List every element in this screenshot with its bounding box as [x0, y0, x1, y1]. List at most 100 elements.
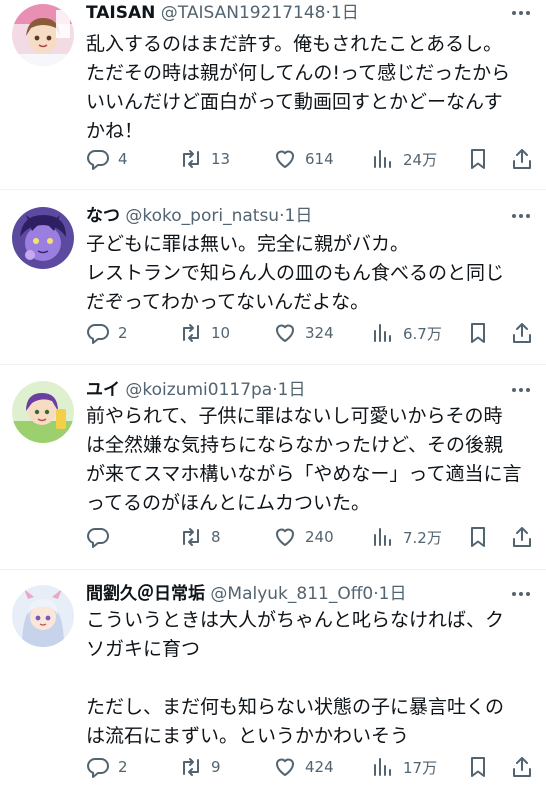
user-handle[interactable]: @Malyuk_811_Off0	[210, 584, 373, 604]
more-icon[interactable]	[510, 3, 532, 23]
views-button[interactable]: 7.2万	[371, 522, 442, 552]
timestamp[interactable]: 1日	[285, 206, 313, 226]
more-icon[interactable]	[510, 206, 532, 226]
views-icon	[374, 150, 391, 168]
timestamp[interactable]: 1日	[379, 584, 407, 604]
like-button[interactable]: 614	[273, 144, 334, 174]
display-name[interactable]: TAISAN	[86, 3, 155, 23]
tweet[interactable]: 間劉久＠日常垢 @Malyuk_811_Off0·1日 こういうときは大人がちゃ…	[0, 570, 546, 800]
views-icon	[374, 324, 391, 342]
retweet-count: 13	[211, 150, 231, 168]
share-icon	[513, 527, 531, 547]
views-icon	[374, 528, 391, 546]
reply-count: 2	[118, 324, 128, 342]
user-handle[interactable]: @TAISAN19217148	[161, 3, 326, 23]
action-bar: 2 9 424 17万	[86, 752, 534, 782]
like-count: 240	[305, 528, 334, 546]
avatar[interactable]	[12, 207, 74, 269]
tweet-header: なつ @koko_pori_natsu·1日	[86, 204, 506, 228]
user-handle[interactable]: @koko_pori_natsu	[125, 206, 279, 226]
view-count: 24万	[403, 150, 438, 169]
tweet-text: こういうときは大人がちゃんと叱らなければ、ク ソガキに育つ ただし、まだ何も知ら…	[86, 609, 505, 747]
bookmark-icon	[471, 323, 485, 343]
retweet-count: 8	[211, 528, 221, 546]
bookmark-icon	[471, 149, 485, 169]
bookmark-button[interactable]	[466, 144, 490, 174]
action-bar: 8 240 7.2万	[86, 522, 534, 552]
share-button[interactable]	[510, 318, 534, 348]
share-icon	[513, 149, 531, 169]
share-button[interactable]	[510, 144, 534, 174]
tweet-feed: TAISAN @TAISAN19217148·1日 乱入するのはまだ許す。俺もさ…	[0, 0, 546, 800]
like-button[interactable]: 424	[273, 752, 334, 782]
avatar[interactable]	[12, 585, 74, 647]
display-name[interactable]: 間劉久＠日常垢	[86, 584, 205, 604]
view-count: 17万	[403, 758, 438, 777]
tweet[interactable]: ユイ @koizumi0117pa·1日 前やられて、子供に罪はないし可愛いから…	[0, 365, 546, 570]
reply-button[interactable]: 2	[86, 752, 128, 782]
share-button[interactable]	[510, 522, 534, 552]
retweet-icon	[183, 758, 199, 776]
like-count: 424	[305, 758, 334, 776]
view-count: 6.7万	[403, 324, 442, 343]
heart-icon	[276, 324, 294, 342]
timestamp[interactable]: 1日	[278, 380, 306, 400]
display-name[interactable]: ユイ	[86, 380, 120, 400]
retweet-count: 9	[211, 758, 221, 776]
like-count: 324	[305, 324, 334, 342]
action-bar: 4 13 614 24万	[86, 144, 534, 174]
bookmark-icon	[471, 527, 485, 547]
retweet-icon	[183, 324, 199, 342]
display-name[interactable]: なつ	[86, 206, 120, 226]
bookmark-button[interactable]	[466, 752, 490, 782]
heart-icon	[276, 150, 294, 168]
tweet[interactable]: なつ @koko_pori_natsu·1日 子どもに罪は無い。完全に親がバカ。…	[0, 190, 546, 365]
reply-button[interactable]	[86, 522, 118, 552]
retweet-button[interactable]: 13	[179, 144, 230, 174]
retweet-icon	[183, 150, 199, 168]
views-icon	[374, 758, 391, 776]
reply-button[interactable]: 2	[86, 318, 128, 348]
tweet-header: 間劉久＠日常垢 @Malyuk_811_Off0·1日	[86, 582, 506, 606]
views-button[interactable]: 17万	[371, 752, 437, 782]
more-icon[interactable]	[510, 584, 532, 604]
like-count: 614	[305, 150, 334, 168]
retweet-button[interactable]: 10	[179, 318, 230, 348]
user-handle[interactable]: @koizumi0117pa	[125, 380, 272, 400]
reply-count: 4	[118, 150, 128, 168]
share-icon	[513, 323, 531, 343]
tweet-text: 前やられて、子供に罪はないし可愛いからその時 は全然嫌な気持ちにならなかったけど…	[86, 405, 522, 514]
views-button[interactable]: 24万	[371, 144, 437, 174]
retweet-count: 10	[211, 324, 231, 342]
reply-icon	[87, 150, 109, 170]
reply-count: 2	[118, 758, 128, 776]
timestamp[interactable]: 1日	[331, 3, 359, 23]
action-bar: 2 10 324 6.7万	[86, 318, 534, 348]
reply-icon	[87, 528, 109, 548]
bookmark-icon	[471, 757, 485, 777]
reply-button[interactable]: 4	[86, 144, 128, 174]
retweet-icon	[183, 528, 199, 546]
bookmark-button[interactable]	[466, 318, 490, 348]
heart-icon	[276, 758, 294, 776]
like-button[interactable]: 324	[273, 318, 334, 348]
share-button[interactable]	[510, 752, 534, 782]
share-icon	[513, 757, 531, 777]
avatar[interactable]	[12, 4, 74, 66]
like-button[interactable]: 240	[273, 522, 334, 552]
avatar[interactable]	[12, 381, 74, 443]
tweet-text: 乱入するのはまだ許す。俺もされたことあるし。 ただその時は親が何してんの!って感…	[86, 33, 511, 142]
tweet-header: ユイ @koizumi0117pa·1日	[86, 378, 506, 402]
views-button[interactable]: 6.7万	[371, 318, 442, 348]
retweet-button[interactable]: 8	[179, 522, 221, 552]
reply-icon	[87, 758, 109, 778]
heart-icon	[276, 528, 294, 546]
reply-icon	[87, 324, 109, 344]
bookmark-button[interactable]	[466, 522, 490, 552]
retweet-button[interactable]: 9	[179, 752, 221, 782]
tweet[interactable]: TAISAN @TAISAN19217148·1日 乱入するのはまだ許す。俺もさ…	[0, 0, 546, 190]
more-icon[interactable]	[510, 380, 532, 400]
tweet-header: TAISAN @TAISAN19217148·1日	[86, 1, 506, 25]
tweet-text: 子どもに罪は無い。完全に親がバカ。 レストランで知らん人の皿のもん食べるのと同じ…	[86, 233, 505, 313]
view-count: 7.2万	[403, 528, 442, 547]
